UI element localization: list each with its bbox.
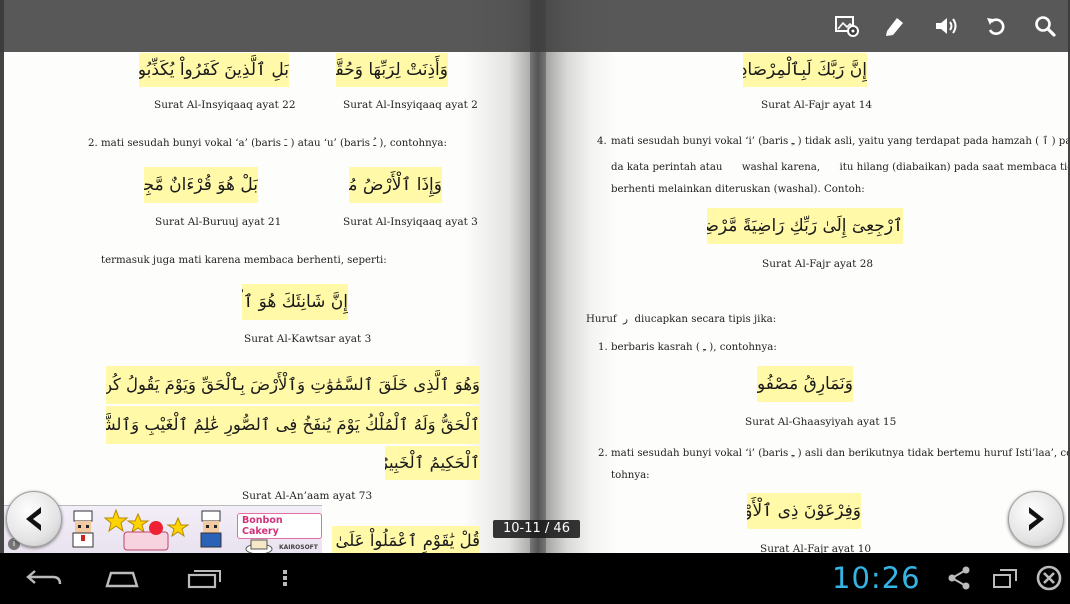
arabic-verse: وَإِذَا ٱلْأَرْضُ مُدَّتْ [349, 167, 442, 203]
right-page: إِنَّ رَبَّكَ لَبِٱلْمِرْصَادِ Surat Al-… [537, 0, 1068, 553]
status-clock: 10:26 [832, 561, 921, 595]
list-number: 2. [88, 138, 98, 149]
cake-icon [244, 534, 274, 553]
recent-apps-icon[interactable] [184, 565, 224, 591]
list-item-text: berhenti melainkan diteruskan (washal). … [611, 184, 865, 195]
ad-brand: KAIROSOFT [279, 544, 318, 551]
list-item-text: mati sesudah bunyi vokal ‘a’ (baris ـَ )… [101, 138, 447, 149]
page-indicator: 10-11 / 46 [493, 520, 580, 538]
list-item-text: tohnya: [611, 470, 650, 481]
list-item-text: da kata perintah atau washal karena, itu… [611, 162, 1068, 173]
window-icon[interactable] [990, 565, 1020, 591]
volume-icon[interactable] [932, 12, 960, 40]
verse-reference: Surat Al-Insyiqaaq ayat 3 [343, 216, 478, 228]
back-icon[interactable] [24, 565, 64, 591]
arabic-verse-line: ٱلْحَقُّ وَلَهُ ٱلْمُلْكُ يَوْمَ يُنفَخُ… [106, 406, 480, 444]
search-icon[interactable] [1031, 12, 1059, 40]
book-spine [530, 0, 546, 553]
ad-character-icon [66, 509, 100, 551]
arabic-verse: إِنَّ رَبَّكَ لَبِٱلْمِرْصَادِ [743, 53, 867, 87]
list-item-text: berbaris kasrah ( ـِ ), contohnya: [611, 342, 777, 353]
verse-reference: Surat Al-Kawtsar ayat 3 [244, 333, 372, 345]
verse-reference: Surat Al-Insyiqaaq ayat 22 [154, 99, 296, 111]
close-icon[interactable] [1034, 565, 1064, 591]
verse-reference: Surat Al-Fajr ayat 10 [760, 543, 872, 553]
rotate-icon[interactable] [982, 12, 1010, 40]
list-item-text: mati sesudah bunyi vokal ‘i’ (baris ـِ )… [611, 448, 1068, 459]
list-number: 4. [597, 136, 607, 147]
paragraph: Huruf ر diucapkan secara tipis jika: [586, 314, 777, 325]
arabic-verse: إِنَّ شَانِئَكَ هُوَ ٱلْأَبْتَرُ [242, 284, 348, 320]
ad-stars-icon [103, 508, 194, 552]
list-item-text: mati sesudah bunyi vokal ‘i’ (baris ـِ )… [611, 136, 1068, 147]
next-page-button[interactable] [1008, 491, 1064, 547]
arabic-verse: وَأَذِنَتْ لِرَبِّهَا وَحُقَّتْ [336, 53, 448, 87]
arabic-verse: وَنَمَارِقُ مَصْفُوفَةٌ [757, 366, 853, 402]
share-icon[interactable] [946, 565, 972, 591]
verse-reference: Surat Al-Buruuj ayat 21 [155, 216, 282, 228]
verse-reference: Surat Al-An’aam ayat 73 [242, 490, 373, 502]
ad-character-icon [194, 509, 228, 551]
previous-page-button[interactable] [6, 491, 62, 547]
arabic-verse: قُلْ يَٰقَوْمِ ٱعْمَلُواْ عَلَىٰ مَكَانَ… [332, 526, 480, 553]
arabic-verse: ٱرْجِعِىٓ إِلَىٰ رَبِّكِ رَاضِيَةً مَّرْ… [707, 208, 903, 244]
arabic-verse: بَلِ ٱلَّذِينَ كَفَرُواْ يُكَذِّبُونَ [139, 53, 289, 87]
arrow-left-icon [26, 507, 41, 531]
book-reader[interactable]: بَلِ ٱلَّذِينَ كَفَرُواْ يُكَذِّبُونَ Su… [0, 0, 1070, 553]
verse-reference: Surat Al-Fajr ayat 14 [761, 99, 873, 111]
paragraph: termasuk juga mati karena membaca berhen… [101, 255, 387, 266]
list-number: 2. [598, 448, 608, 459]
left-page: بَلِ ٱلَّذِينَ كَفَرُواْ يُكَذِّبُونَ Su… [4, 0, 537, 553]
verse-reference: Surat Al-Ghaasyiyah ayat 15 [745, 416, 897, 428]
arrow-right-icon [1029, 507, 1044, 531]
image-settings-icon[interactable] [833, 12, 861, 40]
arabic-verse-line: وَهُوَ ٱلَّذِى خَلَقَ ٱلسَّمَٰوَٰتِ وَٱل… [106, 366, 480, 404]
list-number: 1. [598, 342, 608, 353]
reader-toolbar [0, 0, 1070, 52]
arabic-verse-line: ٱلْحَكِيمُ ٱلْخَبِيرُ [385, 446, 480, 480]
menu-icon[interactable] [278, 565, 292, 591]
verse-reference: Surat Al-Insyiqaaq ayat 2 [343, 99, 478, 111]
arabic-verse: بَلْ هُوَ قُرْءَانٌ مَّجِيدٌ [144, 167, 258, 203]
home-icon[interactable] [102, 565, 142, 591]
verse-reference: Surat Al-Fajr ayat 28 [762, 258, 874, 270]
arabic-verse: وَفِرْعَوْنَ ذِى ٱلْأَوْتَادِ [747, 493, 861, 529]
pen-icon[interactable] [881, 12, 909, 40]
